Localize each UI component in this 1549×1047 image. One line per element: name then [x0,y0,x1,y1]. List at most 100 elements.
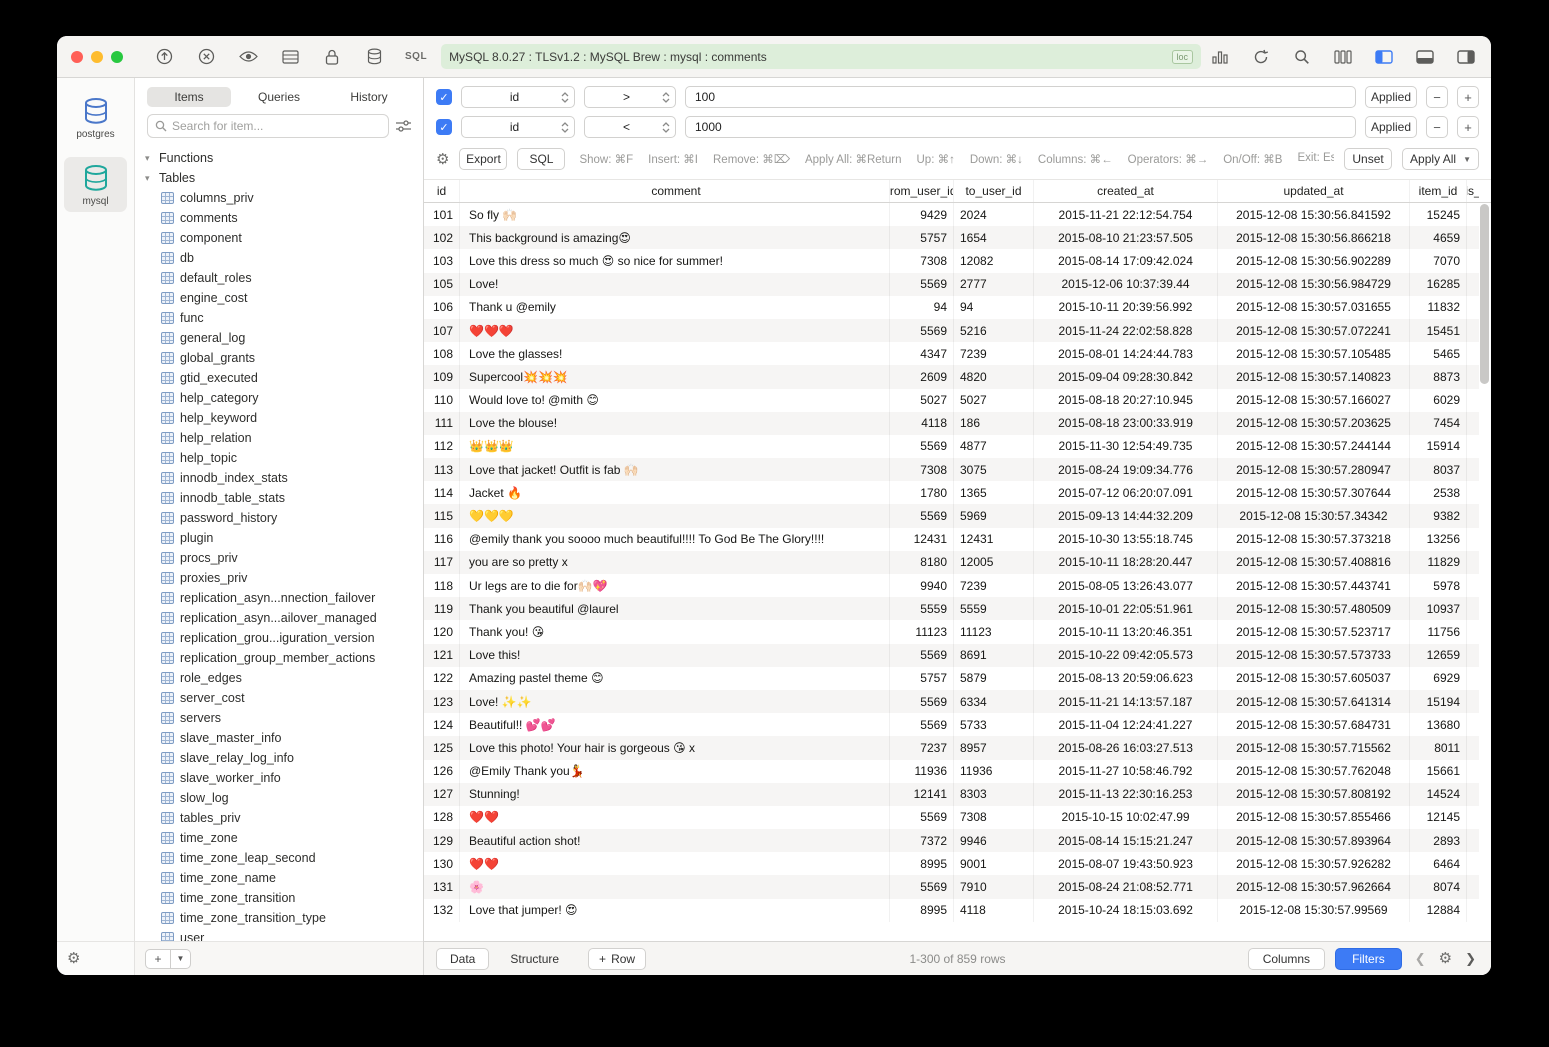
column-header-item_id[interactable]: item_id [1410,180,1467,202]
grid-cell[interactable]: 2015-11-24 22:02:58.828 [1034,319,1218,342]
grid-cell[interactable]: 114 [424,481,460,504]
grid-cell[interactable]: 5027 [890,389,954,412]
columns-button[interactable]: Columns [1248,948,1325,970]
grid-cell[interactable]: 2015-12-08 15:30:57.684731 [1218,713,1410,736]
grid-cell[interactable]: 4877 [954,435,1034,458]
grid-cell[interactable]: 2015-12-08 15:30:57.641314 [1218,690,1410,713]
grid-cell[interactable]: @Emily Thank you💃 [460,760,890,783]
filter-value-input[interactable] [685,86,1356,108]
grid-cell[interactable]: 2893 [1410,829,1467,852]
grid-cell[interactable]: 105 [424,273,460,296]
grid-cell[interactable] [1467,458,1479,481]
group-tables[interactable]: ▾ Tables [135,168,423,188]
grid-cell[interactable]: Thank you beautiful @laurel [460,597,890,620]
grid-cell[interactable]: Ur legs are to die for🙌🏻💖 [460,574,890,597]
grid-cell[interactable]: 103 [424,249,460,272]
grid-cell[interactable]: 8873 [1410,365,1467,388]
table-row[interactable]: 106Thank u @emily94942015-10-11 20:39:56… [424,296,1479,319]
grid-cell[interactable]: 101 [424,203,460,226]
tab-items[interactable]: Items [147,87,231,107]
grid-cell[interactable]: 5216 [954,319,1034,342]
grid-cell[interactable]: 131 [424,875,460,898]
grid-cell[interactable]: ❤️❤️❤️ [460,319,890,342]
sidebar-item-tables_priv[interactable]: tables_priv [135,808,423,828]
sidebar-item-password_history[interactable]: password_history [135,508,423,528]
grid-cell[interactable]: ❤️❤️ [460,806,890,829]
grid-cell[interactable]: 8074 [1410,875,1467,898]
grid-cell[interactable]: 4347 [890,342,954,365]
grid-cell[interactable]: 15245 [1410,203,1467,226]
grid-cell[interactable]: 9001 [954,852,1034,875]
search-icon[interactable] [1291,46,1313,68]
grid-cell[interactable]: 16285 [1410,273,1467,296]
grid-cell[interactable] [1467,574,1479,597]
settings-gear-icon[interactable]: ⚙ [67,951,80,966]
grid-cell[interactable]: 12431 [954,528,1034,551]
grid-cell[interactable]: 118 [424,574,460,597]
grid-cell[interactable]: 123 [424,690,460,713]
grid-cell[interactable] [1467,736,1479,759]
grid-cell[interactable]: 2015-10-11 18:28:20.447 [1034,551,1218,574]
sidebar-item-slave_relay_log_info[interactable]: slave_relay_log_info [135,748,423,768]
grid-cell[interactable]: 11936 [954,760,1034,783]
grid-cell[interactable] [1467,713,1479,736]
grid-cell[interactable] [1467,203,1479,226]
table-row[interactable]: 110Would love to! @mith 😊502750272015-08… [424,389,1479,412]
grid-cell[interactable]: 2015-11-13 22:30:16.253 [1034,783,1218,806]
grid-cell[interactable]: 116 [424,528,460,551]
grid-cell[interactable]: 5465 [1410,342,1467,365]
group-functions[interactable]: ▾ Functions [135,148,423,168]
grid-cell[interactable]: Jacket 🔥 [460,481,890,504]
grid-cell[interactable]: 2015-12-08 15:30:57.99569 [1218,899,1410,922]
connect-icon[interactable] [153,46,175,68]
grid-cell[interactable]: 2015-08-10 21:23:57.505 [1034,226,1218,249]
grid-cell[interactable]: 2015-12-08 15:30:57.855466 [1218,806,1410,829]
grid-cell[interactable]: 14524 [1410,783,1467,806]
column-view-icon[interactable] [1332,46,1354,68]
sidebar-item-general_log[interactable]: general_log [135,328,423,348]
unset-button[interactable]: Unset [1344,148,1392,170]
grid-cell[interactable]: 5569 [890,690,954,713]
grid-cell[interactable]: 1365 [954,481,1034,504]
grid-cell[interactable]: 110 [424,389,460,412]
table-row[interactable]: 101So fly 🙌🏻942920242015-11-21 22:12:54.… [424,203,1479,226]
grid-cell[interactable]: 2015-08-26 16:03:27.513 [1034,736,1218,759]
grid-cell[interactable]: 5569 [890,319,954,342]
grid-cell[interactable]: 5757 [890,226,954,249]
grid-cell[interactable]: 1654 [954,226,1034,249]
sidebar-item-comments[interactable]: comments [135,208,423,228]
grid-cell[interactable]: 2015-12-06 10:37:39.44 [1034,273,1218,296]
grid-cell[interactable]: 9940 [890,574,954,597]
grid-cell[interactable]: 9429 [890,203,954,226]
grid-cell[interactable]: 2015-12-08 15:30:57.244144 [1218,435,1410,458]
grid-cell[interactable]: 9382 [1410,504,1467,527]
grid-cell[interactable]: Thank you! 😘 [460,620,890,643]
table-row[interactable]: 120Thank you! 😘11123111232015-10-11 13:2… [424,620,1479,643]
grid-cell[interactable]: Stunning! [460,783,890,806]
toggle-bottom-panel-icon[interactable] [1414,46,1436,68]
column-header-from_user_id[interactable]: from_user_id [890,180,954,202]
tab-data[interactable]: Data [436,948,489,970]
table-row[interactable]: 119Thank you beautiful @laurel5559555920… [424,597,1479,620]
grid-cell[interactable]: 2015-10-30 13:55:18.745 [1034,528,1218,551]
grid-cell[interactable]: 2015-11-21 22:12:54.754 [1034,203,1218,226]
table-row[interactable]: 117you are so pretty x8180120052015-10-1… [424,551,1479,574]
grid-cell[interactable]: Love this! [460,644,890,667]
table-row[interactable]: 112👑👑👑556948772015-11-30 12:54:49.735201… [424,435,1479,458]
grid-cell[interactable] [1467,249,1479,272]
grid-cell[interactable] [1467,296,1479,319]
grid-cell[interactable]: 7239 [954,342,1034,365]
grid-cell[interactable]: 4118 [890,412,954,435]
applied-button[interactable]: Applied [1365,86,1417,108]
grid-cell[interactable]: 12659 [1410,644,1467,667]
grid-cell[interactable]: 2015-12-08 15:30:56.866218 [1218,226,1410,249]
grid-cell[interactable]: 8957 [954,736,1034,759]
grid-cell[interactable]: 121 [424,644,460,667]
grid-cell[interactable]: 5569 [890,273,954,296]
table-row[interactable]: 132Love that jumper! 😍899541182015-10-24… [424,899,1479,922]
grid-cell[interactable]: 5969 [954,504,1034,527]
sidebar-item-slave_master_info[interactable]: slave_master_info [135,728,423,748]
grid-cell[interactable]: Amazing pastel theme 😊 [460,667,890,690]
grid-cell[interactable]: 115 [424,504,460,527]
grid-cell[interactable]: 12005 [954,551,1034,574]
